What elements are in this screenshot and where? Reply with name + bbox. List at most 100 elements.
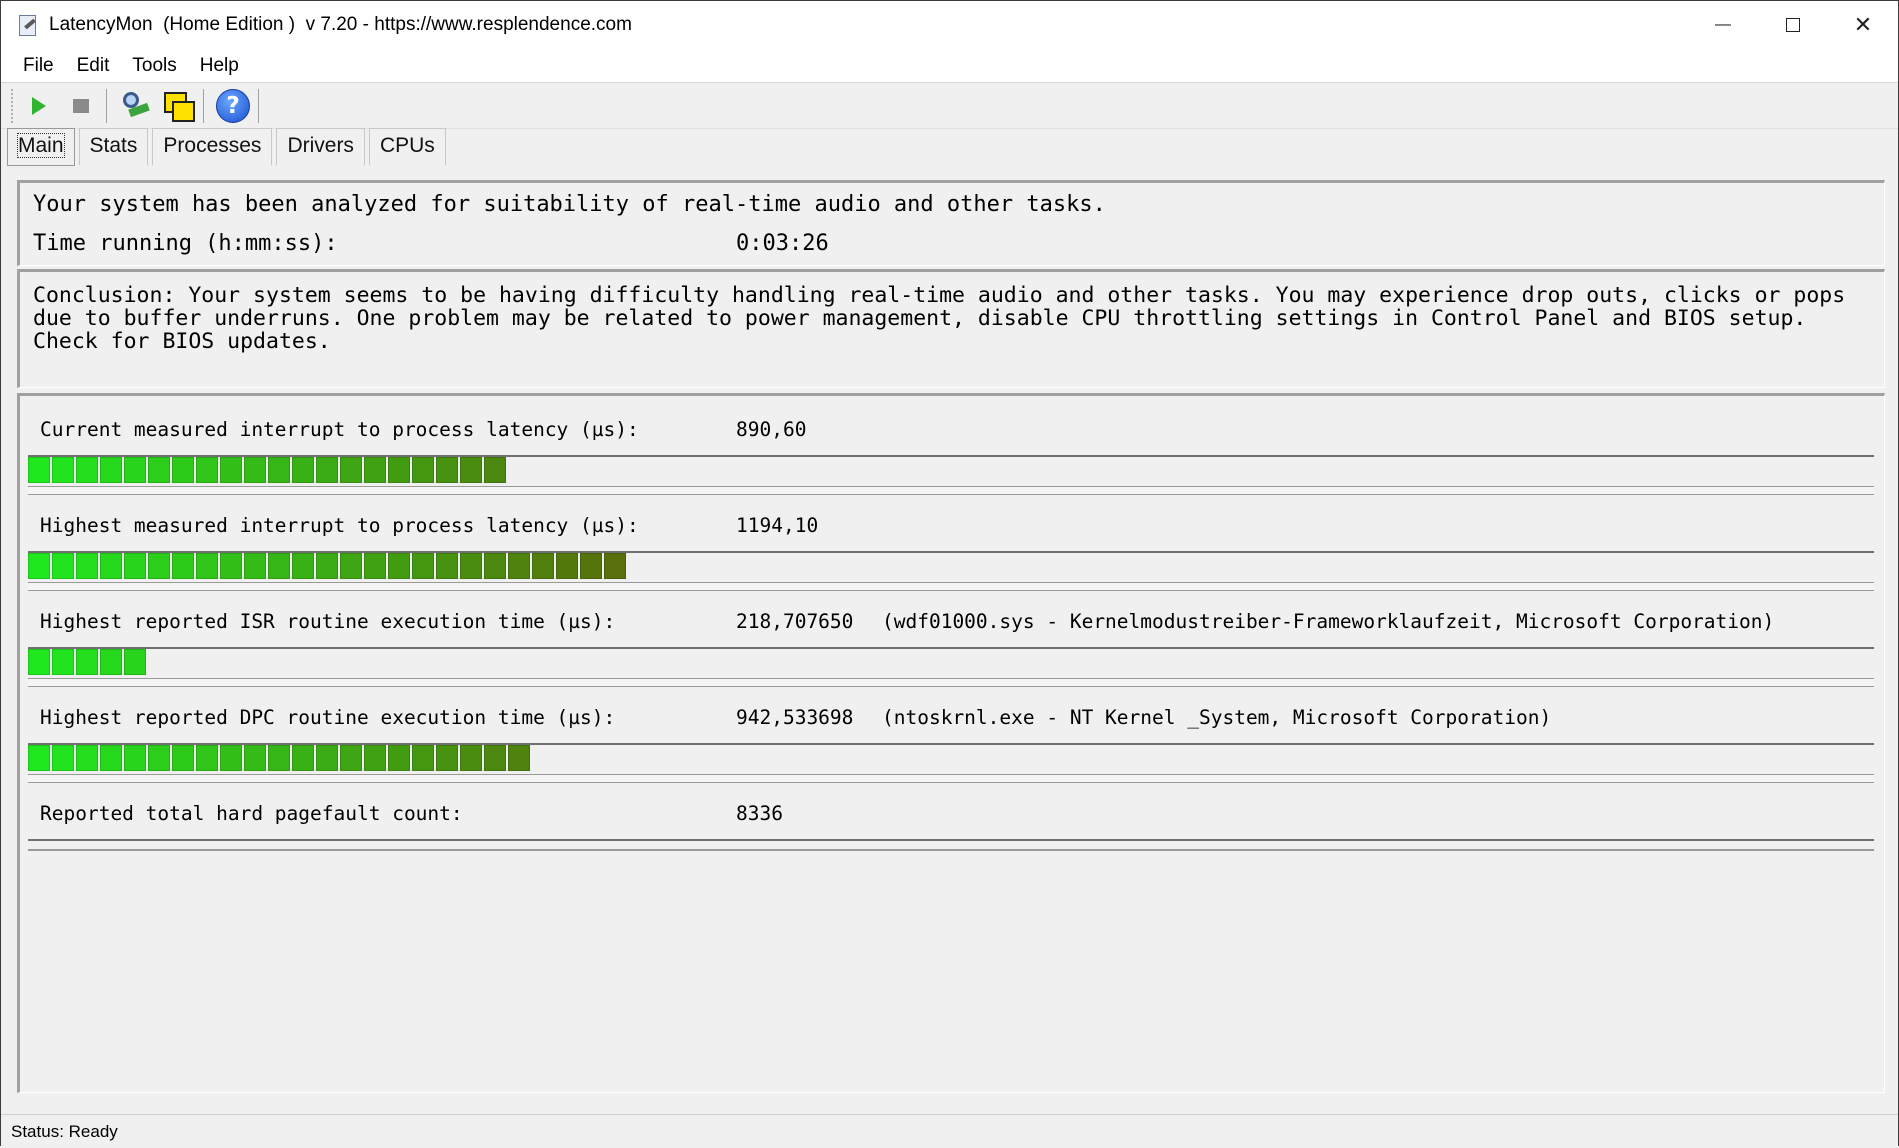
bar-segment <box>220 553 242 579</box>
play-icon <box>32 96 46 115</box>
conclusion-text: Conclusion: Your system seems to be havi… <box>33 283 1846 354</box>
highest-latency-label: Highest measured interrupt to process la… <box>40 514 639 537</box>
bar-segment <box>508 553 530 579</box>
dpc-time-bar-fill <box>28 745 532 771</box>
tab-drivers[interactable]: Drivers <box>276 128 365 165</box>
bar-segment <box>460 745 482 771</box>
bar-segment <box>76 649 98 675</box>
bar-segment <box>364 457 386 483</box>
bar-segment <box>148 745 170 771</box>
dpc-time-value: 942,533698 <box>736 706 854 729</box>
toolbar-grip[interactable] <box>11 88 16 123</box>
minimize-icon: — <box>1715 16 1731 33</box>
title-bar[interactable]: LatencyMon (Home Edition ) v 7.20 - http… <box>1 1 1898 49</box>
bar-segment <box>220 457 242 483</box>
inspect-icon <box>121 91 151 121</box>
bar-segment <box>268 745 290 771</box>
toolbar-separator <box>106 88 107 123</box>
windows-icon <box>163 91 195 122</box>
windows-button[interactable] <box>159 87 197 125</box>
bar-segment <box>316 745 338 771</box>
tab-processes[interactable]: Processes <box>152 128 273 165</box>
bar-segment <box>28 553 50 579</box>
bar-segment <box>340 745 362 771</box>
bar-segment <box>388 745 410 771</box>
toolbar-separator <box>258 88 259 123</box>
bar-segment <box>244 457 266 483</box>
tab-cpus[interactable]: CPUs <box>368 128 446 165</box>
tab-main[interactable]: Main <box>7 128 75 166</box>
highest-latency-bar-fill <box>28 553 628 579</box>
bar-segment <box>76 457 98 483</box>
dpc-time-label: Highest reported DPC routine execution t… <box>40 706 616 729</box>
isr-time-bar <box>28 647 1874 687</box>
bar-segment <box>484 745 506 771</box>
current-latency-value: 890,60 <box>736 418 807 441</box>
bar-segment <box>604 553 626 579</box>
latencymon-app-icon <box>17 14 39 36</box>
bar-segment <box>196 457 218 483</box>
bar-segment <box>556 553 578 579</box>
inspect-button[interactable] <box>117 87 155 125</box>
highest-latency-value: 1194,10 <box>736 514 819 537</box>
menu-file[interactable]: File <box>15 55 62 77</box>
isr-driver-detail: (wdf01000.sys - Kernelmodustreiber-Frame… <box>882 610 1775 633</box>
window-title: LatencyMon (Home Edition ) v 7.20 - http… <box>49 14 632 35</box>
bar-segment <box>124 457 146 483</box>
menu-edit[interactable]: Edit <box>69 55 118 77</box>
bar-segment <box>100 745 122 771</box>
close-button[interactable]: ✕ <box>1828 1 1898 49</box>
bar-segment <box>268 457 290 483</box>
menu-bar: File Edit Tools Help <box>1 49 1898 83</box>
stop-monitor-button[interactable] <box>62 87 100 125</box>
bar-segment <box>508 745 530 771</box>
bar-segment <box>124 745 146 771</box>
bar-segment <box>76 553 98 579</box>
isr-time-bar-fill <box>28 649 148 675</box>
tab-stats[interactable]: Stats <box>78 128 149 165</box>
metrics-panel: Current measured interrupt to process la… <box>17 393 1885 1093</box>
bar-segment <box>196 553 218 579</box>
current-latency-label: Current measured interrupt to process la… <box>40 418 639 441</box>
start-monitor-button[interactable] <box>20 87 58 125</box>
bar-segment <box>292 457 314 483</box>
help-button[interactable]: ? <box>214 87 252 125</box>
bar-segment <box>172 745 194 771</box>
bar-segment <box>436 553 458 579</box>
status-text: Status: Ready <box>11 1122 118 1141</box>
bar-segment <box>172 553 194 579</box>
bar-segment <box>364 553 386 579</box>
menu-help[interactable]: Help <box>192 55 247 77</box>
bar-segment <box>28 745 50 771</box>
bar-segment <box>28 457 50 483</box>
bar-segment <box>100 457 122 483</box>
conclusion-panel: Conclusion: Your system seems to be havi… <box>17 269 1885 388</box>
summary-panel: Your system has been analyzed for suitab… <box>17 180 1885 266</box>
current-latency-bar-fill <box>28 457 508 483</box>
tab-strip: Main Stats Processes Drivers CPUs <box>7 128 450 166</box>
dpc-time-bar <box>28 743 1874 783</box>
bar-segment <box>532 553 554 579</box>
dpc-driver-detail: (ntoskrnl.exe - NT Kernel _System, Micro… <box>882 706 1552 729</box>
bar-segment <box>244 745 266 771</box>
bar-segment <box>52 745 74 771</box>
bar-segment <box>100 553 122 579</box>
minimize-button[interactable]: — <box>1688 1 1758 49</box>
menu-tools[interactable]: Tools <box>124 55 184 77</box>
bar-segment <box>388 457 410 483</box>
bar-segment <box>244 553 266 579</box>
bar-segment <box>124 649 146 675</box>
isr-time-value: 218,707650 <box>736 610 854 633</box>
bar-segment <box>340 457 362 483</box>
maximize-button[interactable] <box>1758 1 1828 49</box>
bar-segment <box>412 457 434 483</box>
window-controls: — ✕ <box>1688 1 1898 49</box>
bar-segment <box>268 553 290 579</box>
bar-segment <box>580 553 602 579</box>
bar-segment <box>124 553 146 579</box>
bar-segment <box>436 745 458 771</box>
status-bar: Status: Ready <box>1 1114 1898 1148</box>
bar-segment <box>484 553 506 579</box>
app-window: LatencyMon (Home Edition ) v 7.20 - http… <box>0 0 1899 1148</box>
bar-segment <box>52 649 74 675</box>
